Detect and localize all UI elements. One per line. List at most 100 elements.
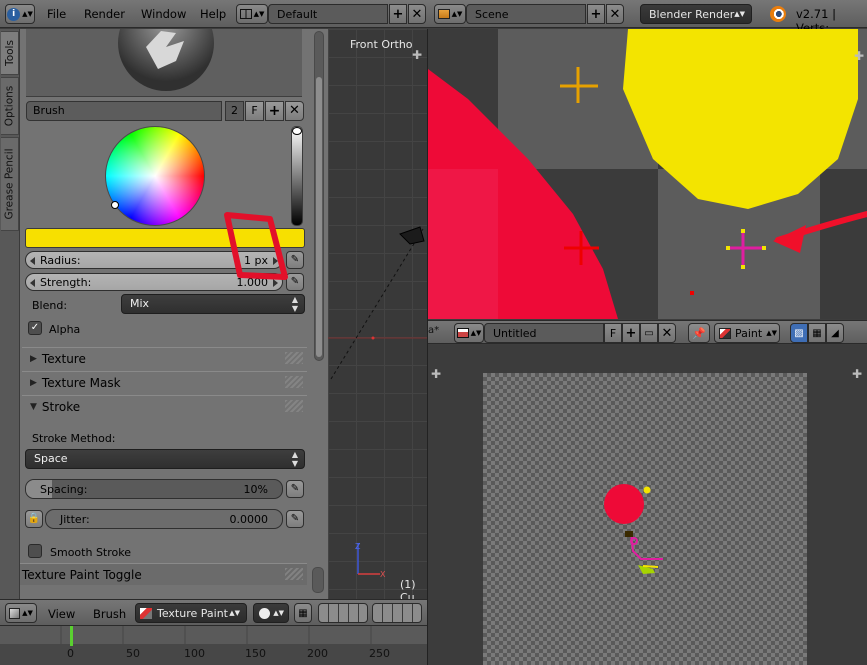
stroke-panel-title: Stroke (41, 399, 81, 414)
tab-options[interactable]: Options (1, 77, 19, 135)
smooth-stroke-checkbox[interactable] (28, 544, 42, 558)
texture-paint-icon (140, 607, 152, 619)
brush-fake-user-button[interactable]: F (245, 101, 264, 121)
editor-type-button[interactable]: ▲▼ (454, 323, 484, 343)
jitter-label: Jitter: (60, 513, 90, 526)
add-brush-button[interactable]: + (265, 101, 284, 121)
editor-type-button[interactable]: i ▲▼ (5, 4, 35, 24)
texture-paint-toggle-header[interactable]: ▼ Texture Paint Toggle (20, 563, 307, 585)
checker-icon: ▦ (298, 607, 308, 619)
unlink-image-button[interactable]: ✕ (658, 323, 676, 343)
unlink-brush-button[interactable]: ✕ (285, 101, 304, 121)
texture-paint-mask-button[interactable]: ▦ (294, 603, 312, 623)
timeline[interactable]: 0 50 100 150 200 250 (0, 625, 427, 665)
screen-layout-field[interactable]: Default (268, 4, 388, 24)
painted-marks (604, 484, 663, 574)
drag-grip-icon[interactable] (285, 376, 303, 388)
corner-plus-icon[interactable]: ✚ (854, 49, 864, 63)
jitter-lock-button[interactable]: 🔒 (25, 510, 43, 528)
image-editor-view[interactable]: ✚ ✚ (428, 345, 867, 665)
info-icon: i (7, 7, 21, 21)
area-divider[interactable] (427, 29, 428, 665)
tool-shelf: Brush 2 F + ✕ Radius: 1 px ✎ Strength: 1… (20, 29, 328, 599)
drag-grip-icon[interactable] (285, 352, 303, 364)
alpha-checkbox[interactable]: ✓ (28, 321, 42, 335)
layer-grid-right[interactable] (372, 603, 422, 623)
tool-shelf-tabs: Tools Options Grease Pencil (0, 29, 20, 599)
brush-mode-icon (719, 327, 731, 339)
color-wheel[interactable] (105, 126, 205, 226)
decrement-arrow-icon[interactable] (30, 279, 35, 287)
jitter-pressure-button[interactable]: ✎ (286, 510, 304, 528)
folder-icon: ▭ (644, 327, 654, 339)
corner-asterisk-icon: a* (428, 325, 440, 336)
scene-browse[interactable]: ▲▼ (434, 4, 466, 24)
display-channels-checker-button[interactable]: ▦ (808, 323, 826, 343)
editor-type-button[interactable]: ▲▼ (5, 603, 37, 623)
pin-image-button[interactable]: 📌 (688, 323, 710, 343)
stroke-method-dropdown[interactable]: Space ▲ ▼ (25, 449, 305, 469)
drag-grip-icon[interactable] (285, 400, 303, 412)
spacing-pressure-button[interactable]: ✎ (286, 480, 304, 498)
color-wheel-cursor[interactable] (111, 201, 119, 209)
display-channels-alpha-button[interactable]: ◢ (826, 323, 844, 343)
chevron-updown-icon: ▲▼ (451, 10, 463, 18)
new-image-button[interactable]: + (622, 323, 640, 343)
texture-panel-header[interactable]: ▶ Texture (22, 347, 307, 369)
menu-view[interactable]: View (48, 607, 75, 621)
spacing-slider[interactable]: Spacing: 10% (25, 479, 283, 499)
timeline-track[interactable] (0, 626, 427, 644)
tab-options-label: Options (3, 85, 16, 127)
image-fake-user-button[interactable]: F (604, 323, 622, 343)
menu-render[interactable]: Render (84, 7, 125, 21)
image-zoom-view[interactable]: ✚ (428, 29, 867, 319)
stroke-method-value: Space (34, 452, 68, 465)
texture-panel-title: Texture (41, 351, 86, 366)
corner-plus-icon[interactable]: ✚ (431, 367, 441, 381)
tab-tools[interactable]: Tools (1, 31, 19, 75)
stroke-panel-header[interactable]: ▼ Stroke (22, 395, 307, 417)
3d-viewport[interactable]: Front Ortho ✚ Z X (1) Cu (328, 29, 427, 599)
interaction-mode-dropdown[interactable]: Texture Paint ▲▼ (135, 603, 247, 623)
blender-logo-icon (770, 6, 786, 22)
add-scene-button[interactable]: + (587, 4, 605, 24)
decrement-arrow-icon[interactable] (30, 257, 35, 265)
drag-grip-icon[interactable] (285, 568, 303, 580)
tab-tools-label: Tools (3, 40, 16, 66)
current-frame-indicator[interactable] (70, 626, 73, 646)
viewport-shading-dropdown[interactable]: ▲▼ (253, 603, 289, 623)
tab-grease-pencil[interactable]: Grease Pencil (1, 137, 19, 231)
menu-help[interactable]: Help (200, 7, 226, 21)
jitter-slider[interactable]: Jitter: 0.0000 (45, 509, 283, 529)
timeline-tick: 50 (126, 647, 140, 660)
image-mode-dropdown[interactable]: Paint ▲▼ (714, 323, 780, 343)
viewport-scene: Z X (328, 226, 427, 579)
tool-shelf-scroll-thumb[interactable] (316, 77, 322, 357)
render-engine-dropdown[interactable]: Blender Render ▲▼ (640, 4, 752, 24)
menu-window[interactable]: Window (141, 7, 186, 21)
menu-file[interactable]: File (47, 7, 66, 21)
texture-mask-panel-header[interactable]: ▶ Texture Mask (22, 371, 307, 393)
brush-name-field[interactable]: Brush (26, 101, 222, 121)
interaction-mode-label: Texture Paint (157, 606, 228, 620)
value-slider-handle[interactable] (292, 127, 302, 135)
display-channels-rgba-button[interactable]: ▨ (790, 323, 808, 343)
screen-layout-name: Default (277, 7, 318, 21)
menu-brush[interactable]: Brush (93, 607, 126, 621)
toggle-panel-scrollbar[interactable] (312, 567, 324, 593)
brush-preview[interactable] (26, 29, 302, 97)
screen-layout-browse[interactable]: ▲▼ (236, 4, 268, 24)
open-image-button[interactable]: ▭ (640, 323, 658, 343)
brush-datablock: Brush 2 F + ✕ (26, 101, 304, 121)
blend-dropdown[interactable]: Mix ▲ ▼ (121, 294, 305, 314)
image-canvas[interactable] (483, 373, 807, 665)
tool-shelf-scrollbar[interactable] (314, 31, 324, 361)
chevron-updown-icon: ▲▼ (22, 609, 33, 617)
scene-field[interactable]: Scene (466, 4, 586, 24)
layer-grid-left[interactable] (318, 603, 368, 623)
remove-screen-button[interactable]: ✕ (408, 4, 426, 24)
corner-plus-icon[interactable]: ✚ (852, 367, 862, 381)
image-name-field[interactable]: Untitled (484, 323, 604, 343)
remove-scene-button[interactable]: ✕ (606, 4, 624, 24)
add-screen-button[interactable]: + (389, 4, 407, 24)
